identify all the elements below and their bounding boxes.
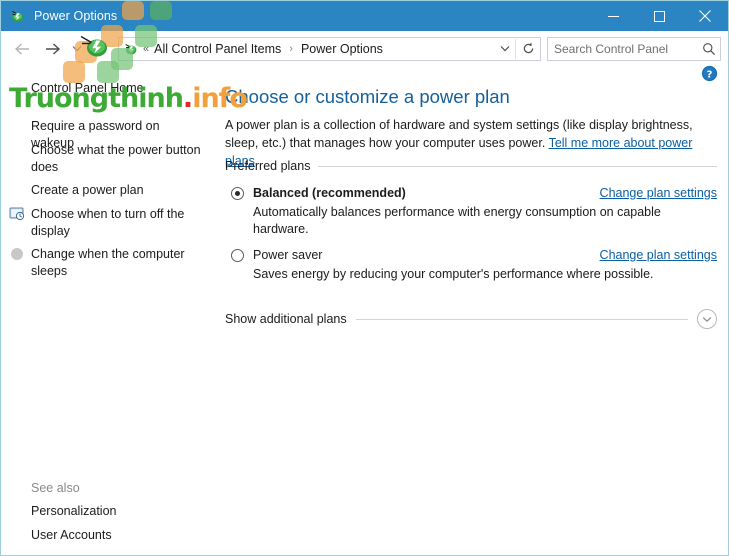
search-icon[interactable]: [698, 39, 720, 59]
sidebar-item-user-accounts[interactable]: User Accounts: [31, 528, 112, 542]
change-plan-settings-power-saver[interactable]: Change plan settings: [600, 248, 717, 262]
radio-power-saver[interactable]: [231, 249, 244, 262]
svg-text:?: ?: [707, 69, 713, 80]
search-input[interactable]: [548, 40, 698, 57]
sidebar-item-turn-off-display[interactable]: Choose when to turn off the display: [31, 206, 201, 240]
show-additional-plans-label: Show additional plans: [225, 312, 347, 326]
preferred-plans-group-header: Preferred plans: [225, 159, 717, 173]
power-options-window: Power Options « All Control Panel Items …: [0, 0, 729, 556]
breadcrumb-overflow[interactable]: «: [142, 43, 153, 55]
plan-row-power-saver[interactable]: Power saver Change plan settings Saves e…: [231, 248, 717, 283]
chevron-down-icon[interactable]: [697, 309, 717, 329]
minimize-button[interactable]: [590, 1, 636, 31]
sidebar-item-control-panel-home[interactable]: Control Panel Home: [31, 81, 144, 95]
content-area: Control Panel Home Require a password on…: [1, 65, 728, 555]
main-pane: ? Choose or customize a power plan A pow…: [216, 65, 728, 555]
see-also-heading: See also: [31, 481, 80, 495]
close-button[interactable]: [682, 1, 728, 31]
breadcrumb-separator-icon: ›: [289, 42, 293, 55]
address-dropdown-chevron-icon[interactable]: [495, 39, 515, 59]
forward-icon[interactable]: [37, 34, 68, 64]
sidebar-item-personalization[interactable]: Personalization: [31, 504, 116, 518]
power-options-app-icon: [10, 8, 26, 24]
show-additional-plans-row[interactable]: Show additional plans: [225, 309, 717, 329]
window-title: Power Options: [34, 9, 118, 23]
plan-description-balanced: Automatically balances performance with …: [253, 205, 661, 236]
plan-header: Power saver Change plan settings: [231, 248, 717, 262]
plan-description-power-saver: Saves energy by reducing your computer's…: [253, 267, 654, 281]
preferred-plans-label: Preferred plans: [225, 159, 311, 173]
address-bar-power-icon: [123, 41, 139, 57]
display-clock-icon: [9, 206, 25, 222]
up-icon[interactable]: [86, 34, 114, 64]
radio-balanced[interactable]: [231, 187, 244, 200]
moon-sleep-icon: [9, 246, 25, 262]
recent-locations-chevron-icon[interactable]: [68, 34, 86, 64]
window-controls: [590, 1, 728, 31]
change-plan-settings-balanced[interactable]: Change plan settings: [600, 186, 717, 200]
plan-name-power-saver: Power saver: [253, 248, 323, 262]
breadcrumb-item-all-control-panel-items[interactable]: All Control Panel Items: [153, 42, 282, 56]
sidebar-item-computer-sleeps[interactable]: Change when the computer sleeps: [31, 246, 201, 280]
sidebar-item-power-button[interactable]: Choose what the power button does: [31, 142, 201, 176]
plan-row-balanced[interactable]: Balanced (recommended) Change plan setti…: [231, 186, 717, 238]
additional-divider: [355, 318, 688, 320]
page-title: Choose or customize a power plan: [225, 86, 510, 107]
title-bar: Power Options: [1, 1, 728, 31]
plan-name-balanced: Balanced (recommended): [253, 186, 406, 200]
group-divider: [318, 165, 717, 167]
sidebar: Control Panel Home Require a password on…: [1, 66, 216, 555]
navigation-bar: « All Control Panel Items › Power Option…: [1, 31, 728, 66]
search-box[interactable]: [547, 36, 721, 61]
refresh-icon[interactable]: [515, 38, 540, 59]
breadcrumb-item-power-options[interactable]: Power Options: [300, 42, 384, 56]
help-question-icon[interactable]: ?: [701, 65, 718, 82]
plan-header: Balanced (recommended) Change plan setti…: [231, 186, 717, 200]
back-icon[interactable]: [6, 34, 37, 64]
maximize-button[interactable]: [636, 1, 682, 31]
address-bar[interactable]: « All Control Panel Items › Power Option…: [118, 36, 541, 61]
sidebar-item-create-power-plan[interactable]: Create a power plan: [31, 182, 201, 199]
